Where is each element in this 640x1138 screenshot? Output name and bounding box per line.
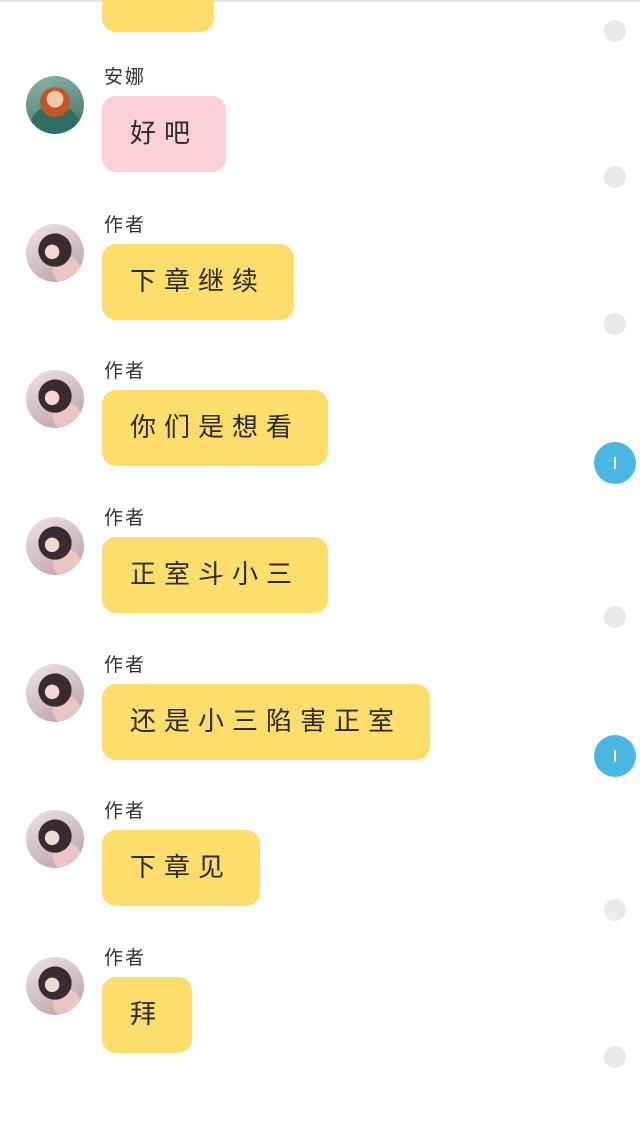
message-bubble[interactable]: 你们是想看 [102, 390, 329, 466]
sender-name: 作者 [104, 800, 147, 822]
read-indicator-icon [604, 20, 626, 42]
read-indicator-icon [604, 313, 626, 335]
read-indicator-icon [604, 606, 626, 628]
unread-indicator-icon[interactable] [594, 442, 636, 484]
chat-message: 作者 正室斗小三 [0, 507, 640, 653]
chat-message: 作者 你们是想看 [0, 360, 640, 506]
chat-message: 安娜 好吧 [0, 66, 640, 212]
author-avatar[interactable] [26, 517, 84, 575]
chat-message: 作者 下章见 [0, 800, 640, 946]
message-bubble[interactable]: 还是小三陷害正室 [102, 684, 431, 760]
unread-indicator-icon[interactable] [594, 735, 636, 777]
read-indicator-icon [604, 899, 626, 921]
author-avatar[interactable] [26, 664, 84, 722]
sender-name: 作者 [104, 947, 147, 969]
sender-name: 作者 [104, 360, 147, 382]
read-indicator-icon [604, 166, 626, 188]
message-bubble[interactable]: 好吧 [102, 96, 227, 172]
top-divider [0, 0, 640, 2]
sender-name: 作者 [104, 507, 147, 529]
read-indicator-icon [604, 1046, 626, 1068]
sender-name: 安娜 [104, 66, 147, 88]
sender-name: 作者 [104, 214, 147, 236]
author-avatar[interactable] [26, 957, 84, 1015]
previous-message-bubble[interactable] [102, 0, 214, 32]
message-bubble[interactable]: 正室斗小三 [102, 537, 329, 613]
chat-message: 作者 还是小三陷害正室 [0, 654, 640, 800]
message-bubble[interactable]: 拜 [102, 977, 193, 1053]
message-bubble[interactable]: 下章见 [102, 830, 261, 906]
author-avatar[interactable] [26, 224, 84, 282]
author-avatar[interactable] [26, 810, 84, 868]
message-bubble[interactable]: 下章继续 [102, 244, 295, 320]
chat-message: 作者 拜 [0, 947, 640, 1093]
sender-name: 作者 [104, 654, 147, 676]
anna-avatar[interactable] [26, 76, 84, 134]
author-avatar[interactable] [26, 370, 84, 428]
chat-screen: 安娜 好吧 作者 下章继续 作者 你们是想看 作者 正室斗小三 作者 还是小三陷… [0, 0, 640, 1138]
chat-message: 作者 下章继续 [0, 214, 640, 360]
